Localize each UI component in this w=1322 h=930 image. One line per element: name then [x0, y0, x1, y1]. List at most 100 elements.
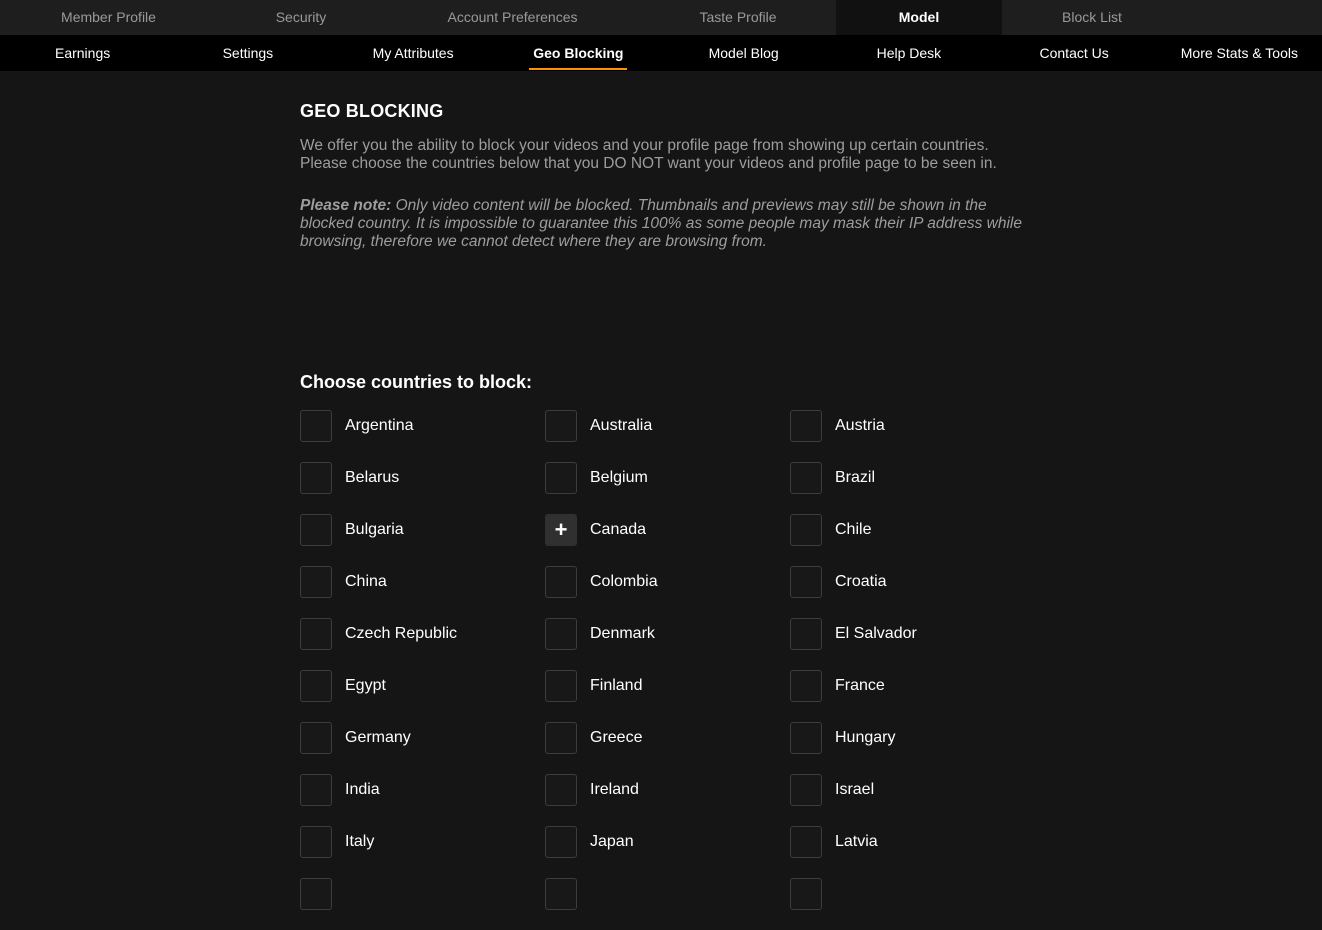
- note-label: Please note:: [300, 197, 392, 214]
- country-checkbox[interactable]: [790, 878, 822, 910]
- country-label: Canada: [590, 521, 647, 538]
- country-checkbox[interactable]: [790, 722, 822, 754]
- country-option[interactable]: Bulgaria: [300, 514, 545, 566]
- country-option[interactable]: Chile: [790, 514, 1035, 566]
- sub-nav-contact-us[interactable]: Contact Us: [992, 35, 1157, 71]
- country-label: Colombia: [590, 573, 658, 590]
- sub-nav-geo-blocking[interactable]: Geo Blocking: [496, 35, 661, 71]
- sub-nav-earnings[interactable]: Earnings: [0, 35, 165, 71]
- country-option[interactable]: Argentina: [300, 410, 545, 462]
- top-nav-model[interactable]: Model: [836, 0, 1002, 35]
- country-option[interactable]: Colombia: [545, 566, 790, 618]
- country-option[interactable]: Belarus: [300, 462, 545, 514]
- country-label: Denmark: [590, 625, 655, 642]
- country-option[interactable]: Japan: [545, 826, 790, 878]
- top-nav-account-preferences[interactable]: Account Preferences: [385, 0, 640, 35]
- country-checkbox-grid: Argentina Australia Austria Belarus Belgium B…: [300, 410, 1040, 930]
- country-label: Hungary: [835, 729, 896, 746]
- country-option[interactable]: Israel: [790, 774, 1035, 826]
- country-label: Latvia: [835, 833, 878, 850]
- country-checkbox[interactable]: [790, 566, 822, 598]
- country-label: Brazil: [835, 469, 876, 486]
- country-label: Germany: [345, 729, 411, 746]
- country-label: Chile: [835, 521, 872, 538]
- country-checkbox[interactable]: [545, 566, 577, 598]
- country-label: Greece: [590, 729, 643, 746]
- country-option[interactable]: Austria: [790, 410, 1035, 462]
- sub-nav-settings[interactable]: Settings: [165, 35, 330, 71]
- country-option[interactable]: Latvia: [790, 826, 1035, 878]
- country-checkbox[interactable]: [300, 462, 332, 494]
- country-label: Egypt: [345, 677, 386, 694]
- country-checkbox[interactable]: [300, 826, 332, 858]
- country-checkbox[interactable]: [545, 774, 577, 806]
- country-option[interactable]: Germany: [300, 722, 545, 774]
- country-checkbox[interactable]: [300, 566, 332, 598]
- country-label: Israel: [835, 781, 875, 798]
- country-option[interactable]: [790, 878, 1035, 930]
- note-text: Please note: Only video content will be …: [300, 197, 1030, 251]
- country-checkbox[interactable]: [790, 410, 822, 442]
- country-checkbox[interactable]: [300, 514, 332, 546]
- country-checkbox[interactable]: [300, 410, 332, 442]
- country-checkbox[interactable]: [300, 618, 332, 650]
- country-option[interactable]: Australia: [545, 410, 790, 462]
- country-label: Italy: [345, 833, 375, 850]
- country-checkbox[interactable]: [790, 826, 822, 858]
- country-option[interactable]: Ireland: [545, 774, 790, 826]
- country-label: China: [345, 573, 387, 590]
- country-option[interactable]: [300, 878, 545, 930]
- country-label: Czech Republic: [345, 625, 458, 642]
- note-body: Only video content will be blocked. Thum…: [300, 197, 1022, 250]
- country-checkbox[interactable]: +: [545, 514, 577, 546]
- country-checkbox[interactable]: [545, 462, 577, 494]
- sub-nav-model-blog[interactable]: Model Blog: [661, 35, 826, 71]
- country-option[interactable]: Finland: [545, 670, 790, 722]
- country-option[interactable]: Hungary: [790, 722, 1035, 774]
- country-option[interactable]: China: [300, 566, 545, 618]
- country-option[interactable]: El Salvador: [790, 618, 1035, 670]
- country-option[interactable]: + Canada: [545, 514, 790, 566]
- country-checkbox[interactable]: [545, 618, 577, 650]
- country-checkbox[interactable]: [300, 670, 332, 702]
- country-label: Australia: [590, 417, 653, 434]
- country-option[interactable]: India: [300, 774, 545, 826]
- intro-text: We offer you the ability to block your v…: [300, 137, 997, 172]
- country-label: India: [345, 781, 380, 798]
- country-checkbox[interactable]: [790, 774, 822, 806]
- country-checkbox[interactable]: [300, 878, 332, 910]
- choose-countries-heading: Choose countries to block:: [300, 372, 533, 392]
- country-checkbox[interactable]: [545, 410, 577, 442]
- country-checkbox[interactable]: [545, 670, 577, 702]
- country-option[interactable]: Italy: [300, 826, 545, 878]
- top-nav-member-profile[interactable]: Member Profile: [0, 0, 217, 35]
- country-checkbox[interactable]: [300, 774, 332, 806]
- country-option[interactable]: Greece: [545, 722, 790, 774]
- country-checkbox[interactable]: [790, 462, 822, 494]
- country-checkbox[interactable]: [545, 878, 577, 910]
- sub-nav-my-attributes[interactable]: My Attributes: [331, 35, 496, 71]
- country-label: Belgium: [590, 469, 648, 486]
- top-nav-block-list[interactable]: Block List: [1002, 0, 1182, 35]
- country-checkbox[interactable]: [790, 618, 822, 650]
- top-nav-taste-profile[interactable]: Taste Profile: [640, 0, 836, 35]
- country-option[interactable]: Brazil: [790, 462, 1035, 514]
- country-label: Bulgaria: [345, 521, 404, 538]
- country-option[interactable]: Denmark: [545, 618, 790, 670]
- country-checkbox[interactable]: [300, 722, 332, 754]
- country-checkbox[interactable]: [790, 514, 822, 546]
- top-nav-security[interactable]: Security: [217, 0, 385, 35]
- country-option[interactable]: Czech Republic: [300, 618, 545, 670]
- country-label: Japan: [590, 833, 634, 850]
- country-checkbox[interactable]: [790, 670, 822, 702]
- country-option[interactable]: Egypt: [300, 670, 545, 722]
- country-option[interactable]: Croatia: [790, 566, 1035, 618]
- sub-nav-help-desk[interactable]: Help Desk: [826, 35, 991, 71]
- country-option[interactable]: [545, 878, 790, 930]
- country-label: France: [835, 677, 885, 694]
- country-checkbox[interactable]: [545, 722, 577, 754]
- country-checkbox[interactable]: [545, 826, 577, 858]
- country-option[interactable]: Belgium: [545, 462, 790, 514]
- sub-nav-more-stats-tools[interactable]: More Stats & Tools: [1157, 35, 1322, 71]
- country-option[interactable]: France: [790, 670, 1035, 722]
